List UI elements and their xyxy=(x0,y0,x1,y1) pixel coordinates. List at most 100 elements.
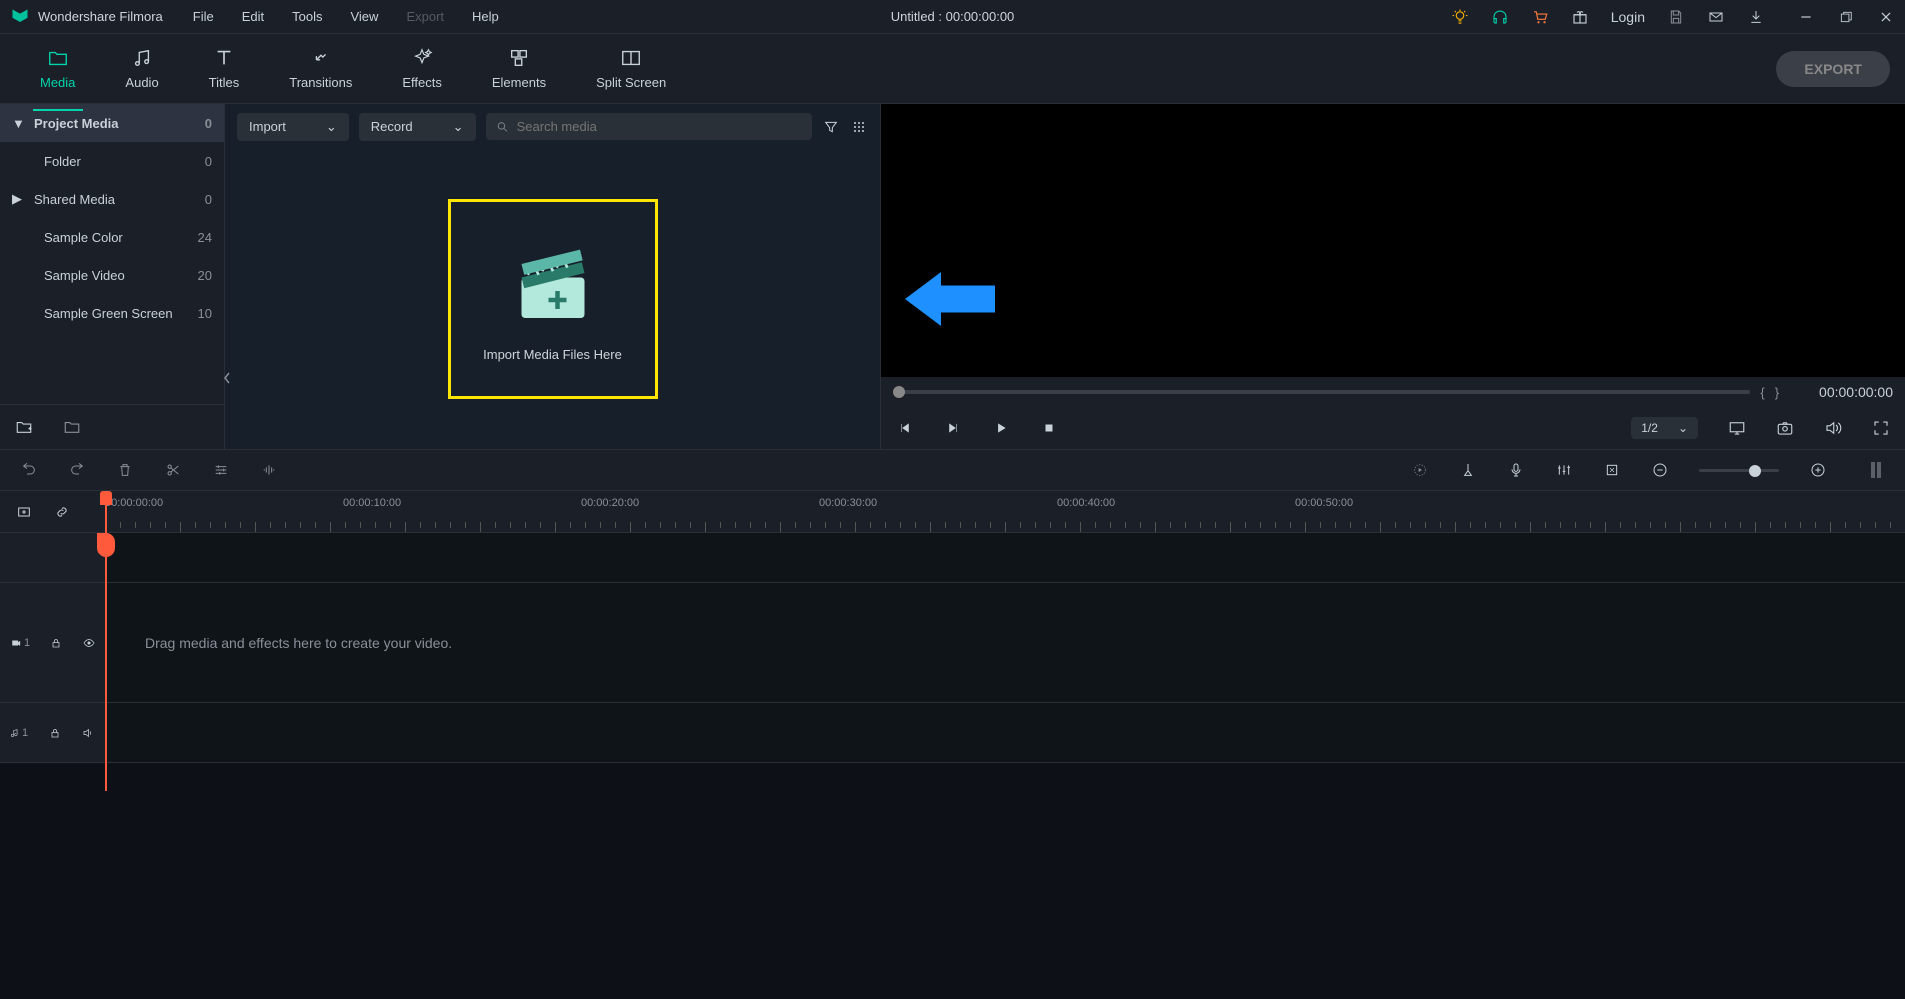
gift-icon[interactable] xyxy=(1571,8,1589,26)
chevron-down-icon: ⌄ xyxy=(1678,421,1688,435)
cart-icon[interactable] xyxy=(1531,8,1549,26)
sidebar-item-sample-green[interactable]: Sample Green Screen 10 xyxy=(0,294,224,332)
tab-split-screen[interactable]: Split Screen xyxy=(571,47,691,90)
close-icon[interactable] xyxy=(1877,8,1895,26)
fit-icon[interactable] xyxy=(1867,461,1885,479)
zoom-out-icon[interactable] xyxy=(1651,461,1669,479)
tab-titles[interactable]: Titles xyxy=(184,47,265,90)
preview-timecode: 00:00:00:00 xyxy=(1819,384,1893,400)
timeline-zoom-slider[interactable] xyxy=(1699,469,1779,472)
main-tabs: Media Audio Titles Transitions Effects E… xyxy=(0,34,1905,104)
preview-zoom-select[interactable]: 1/2 ⌄ xyxy=(1631,417,1698,439)
video-track-badge: 1 xyxy=(10,637,30,649)
undo-icon[interactable] xyxy=(20,461,38,479)
tab-transitions[interactable]: Transitions xyxy=(264,47,377,90)
sidebar-item-label: Sample Green Screen xyxy=(44,306,198,321)
lock-icon[interactable] xyxy=(50,634,62,652)
sidebar-item-label: Project Media xyxy=(34,116,205,131)
mark-in-icon[interactable]: { xyxy=(1760,385,1764,400)
menu-tools[interactable]: Tools xyxy=(292,9,322,24)
prev-frame-icon[interactable] xyxy=(896,419,914,437)
timeline-ruler[interactable]: 00:00:00:00 00:00:10:00 00:00:20:00 00:0… xyxy=(105,491,1905,532)
delete-icon[interactable] xyxy=(116,461,134,479)
chevron-down-icon: ⌄ xyxy=(326,119,337,135)
add-track-icon[interactable] xyxy=(15,503,33,521)
grid-view-icon[interactable] xyxy=(850,118,868,136)
record-dropdown-label: Record xyxy=(371,119,413,134)
preview-scrubber[interactable] xyxy=(893,390,1750,394)
fullscreen-icon[interactable] xyxy=(1872,419,1890,437)
eye-icon[interactable] xyxy=(82,634,96,652)
minimize-icon[interactable] xyxy=(1797,8,1815,26)
menu-export: Export xyxy=(406,9,444,24)
sidebar-item-sample-color[interactable]: Sample Color 24 xyxy=(0,218,224,256)
lightbulb-icon[interactable] xyxy=(1451,8,1469,26)
annotation-arrow-icon xyxy=(905,269,995,329)
menu-edit[interactable]: Edit xyxy=(242,9,264,24)
playhead[interactable] xyxy=(105,491,107,791)
sidebar-item-sample-video[interactable]: Sample Video 20 xyxy=(0,256,224,294)
media-panel: Import ⌄ Record ⌄ xyxy=(225,104,880,449)
headphones-icon[interactable] xyxy=(1491,8,1509,26)
mail-icon[interactable] xyxy=(1707,8,1725,26)
sidebar-item-count: 10 xyxy=(198,306,212,321)
menu-file[interactable]: File xyxy=(193,9,214,24)
export-button[interactable]: EXPORT xyxy=(1776,51,1890,87)
audio-track[interactable]: 1 xyxy=(0,703,1905,763)
speaker-icon[interactable] xyxy=(81,724,95,742)
crop-icon[interactable] xyxy=(1603,461,1621,479)
import-dropdown[interactable]: Import ⌄ xyxy=(237,113,349,141)
sidebar-item-count: 0 xyxy=(205,154,212,169)
search-input[interactable] xyxy=(517,119,802,134)
tab-elements[interactable]: Elements xyxy=(467,47,571,90)
preview-viewport[interactable] xyxy=(881,104,1905,377)
audio-track-badge: 1 xyxy=(10,727,28,739)
sparkle-icon xyxy=(411,47,433,69)
import-media-dropzone[interactable]: Import Media Files Here xyxy=(448,199,658,399)
tab-effects[interactable]: Effects xyxy=(377,47,467,90)
sidebar-item-label: Folder xyxy=(44,154,205,169)
snapshot-icon[interactable] xyxy=(1776,419,1794,437)
sidebar-item-count: 0 xyxy=(205,116,212,131)
play-icon[interactable] xyxy=(992,419,1010,437)
tab-media[interactable]: Media xyxy=(15,47,100,90)
stop-icon[interactable] xyxy=(1040,419,1058,437)
open-folder-icon[interactable] xyxy=(63,418,81,436)
download-icon[interactable] xyxy=(1747,8,1765,26)
mixer-icon[interactable] xyxy=(1555,461,1573,479)
menu-view[interactable]: View xyxy=(350,9,378,24)
cut-icon[interactable] xyxy=(164,461,182,479)
chevron-down-icon: ▼ xyxy=(12,116,24,131)
app-name: Wondershare Filmora xyxy=(38,9,163,24)
redo-icon[interactable] xyxy=(68,461,86,479)
document-title: Untitled : 00:00:00:00 xyxy=(891,9,1015,24)
adjust-icon[interactable] xyxy=(212,461,230,479)
timeline: 00:00:00:00 00:00:10:00 00:00:20:00 00:0… xyxy=(0,491,1905,763)
audio-wave-icon[interactable] xyxy=(260,461,278,479)
render-icon[interactable] xyxy=(1411,461,1429,479)
filter-icon[interactable] xyxy=(822,118,840,136)
menu-help[interactable]: Help xyxy=(472,9,499,24)
search-media[interactable] xyxy=(486,113,812,140)
sidebar-item-label: Sample Video xyxy=(44,268,198,283)
display-icon[interactable] xyxy=(1728,419,1746,437)
lock-icon[interactable] xyxy=(48,724,61,742)
save-icon[interactable] xyxy=(1667,8,1685,26)
maximize-icon[interactable] xyxy=(1837,8,1855,26)
video-track[interactable]: 1 Drag media and effects here to create … xyxy=(0,583,1905,703)
link-icon[interactable] xyxy=(53,503,71,521)
sidebar-item-shared-media[interactable]: ▶ Shared Media 0 xyxy=(0,180,224,218)
tab-media-label: Media xyxy=(40,75,75,90)
next-frame-icon[interactable] xyxy=(944,419,962,437)
marker-icon[interactable] xyxy=(1459,461,1477,479)
new-folder-icon[interactable] xyxy=(15,418,33,436)
login-button[interactable]: Login xyxy=(1611,9,1645,25)
volume-icon[interactable] xyxy=(1824,419,1842,437)
tab-audio[interactable]: Audio xyxy=(100,47,183,90)
record-dropdown[interactable]: Record ⌄ xyxy=(359,113,476,141)
sidebar-item-folder[interactable]: Folder 0 xyxy=(0,142,224,180)
zoom-in-icon[interactable] xyxy=(1809,461,1827,479)
split-icon xyxy=(620,47,642,69)
mark-out-icon[interactable]: } xyxy=(1775,385,1779,400)
mic-icon[interactable] xyxy=(1507,461,1525,479)
